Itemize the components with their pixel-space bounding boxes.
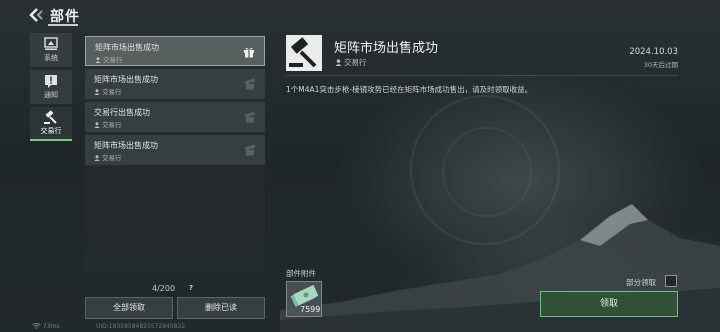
- partial-claim-label: 部分领取: [626, 278, 656, 287]
- mail-count: 4/200: [152, 284, 176, 293]
- partial-claim-checkbox[interactable]: [665, 275, 677, 287]
- ping-value: 73ms: [42, 323, 60, 330]
- person-icon: [95, 57, 101, 63]
- attachment-label: 部件附件: [286, 269, 316, 278]
- detail-sender-name: 交易行: [344, 58, 367, 67]
- nav-label-notice: 通知: [44, 91, 58, 99]
- nav-label-system: 系统: [44, 54, 58, 62]
- mail-title: 矩阵市场出售成功: [94, 141, 158, 150]
- opened-gift-icon: [244, 78, 256, 90]
- mail-item[interactable]: 矩阵市场出售成功 交易行: [85, 135, 265, 165]
- mail-title: 交易行出售成功: [94, 108, 150, 117]
- wifi-icon: [32, 323, 41, 329]
- mail-sender: 交易行: [95, 54, 123, 64]
- mail-list: 矩阵市场出售成功 交易行 矩阵市场出售成功 交易行 交易行出售成功 交易行 矩阵…: [85, 35, 265, 273]
- page-title: 部件: [50, 9, 80, 25]
- mail-sender-name: 交易行: [102, 154, 122, 162]
- mail-title: 矩阵市场出售成功: [94, 75, 158, 84]
- delete-read-button[interactable]: 删除已读: [177, 297, 265, 319]
- mail-item[interactable]: 矩阵市场出售成功 交易行: [85, 69, 265, 99]
- header: 部件: [0, 0, 720, 30]
- person-icon: [94, 89, 100, 95]
- banknote-icon: [290, 285, 318, 307]
- back-arrow-icon[interactable]: [28, 8, 44, 22]
- detail-expire: 30天后过期: [643, 61, 678, 69]
- help-button[interactable]: ?: [186, 283, 196, 293]
- mail-sender-name: 交易行: [102, 121, 122, 129]
- gavel-icon: [44, 110, 57, 124]
- mail-item[interactable]: 交易行出售成功 交易行: [85, 102, 265, 132]
- mail-sender-name: 交易行: [102, 88, 122, 96]
- opened-gift-icon: [244, 111, 256, 123]
- mail-title: 矩阵市场出售成功: [95, 43, 159, 52]
- gavel-icon: [286, 35, 322, 71]
- person-icon: [335, 59, 342, 66]
- gift-icon: [244, 47, 254, 58]
- detail-sender: 交易行: [335, 57, 367, 68]
- divider: [286, 75, 678, 76]
- person-icon: [94, 122, 100, 128]
- notice-icon: [45, 75, 57, 88]
- status-bar: 73ms: [32, 323, 60, 330]
- detail-title: 矩阵市场出售成功: [334, 41, 439, 56]
- uid-text: UID:18358584825572845832: [96, 323, 186, 330]
- person-icon: [94, 155, 100, 161]
- nav-label-trade: 交易行: [40, 127, 62, 135]
- detail-date: 2024.10.03: [629, 47, 678, 57]
- nav-item-trade[interactable]: 交易行: [30, 107, 72, 141]
- opened-gift-icon: [244, 144, 256, 156]
- claim-button[interactable]: 领取: [540, 291, 678, 317]
- mail-sender: 交易行: [94, 119, 122, 129]
- system-icon: [44, 37, 58, 50]
- category-nav: 系统 通知 交易行: [30, 33, 72, 144]
- nav-item-notice[interactable]: 通知: [30, 70, 72, 104]
- nav-item-system[interactable]: 系统: [30, 33, 72, 67]
- mail-sender: 交易行: [94, 86, 122, 96]
- detail-body: 1个M4A1突击步枪-棱镜攻势已经在矩阵市场成功售出，请及时领取收益。: [286, 85, 533, 94]
- attachment-quantity: 7599: [300, 305, 321, 314]
- mail-sender-name: 交易行: [103, 56, 123, 64]
- mail-item[interactable]: 矩阵市场出售成功 交易行: [85, 36, 265, 66]
- claim-all-button[interactable]: 全部领取: [85, 297, 173, 319]
- mail-sender: 交易行: [94, 152, 122, 162]
- title-underline: [48, 24, 78, 26]
